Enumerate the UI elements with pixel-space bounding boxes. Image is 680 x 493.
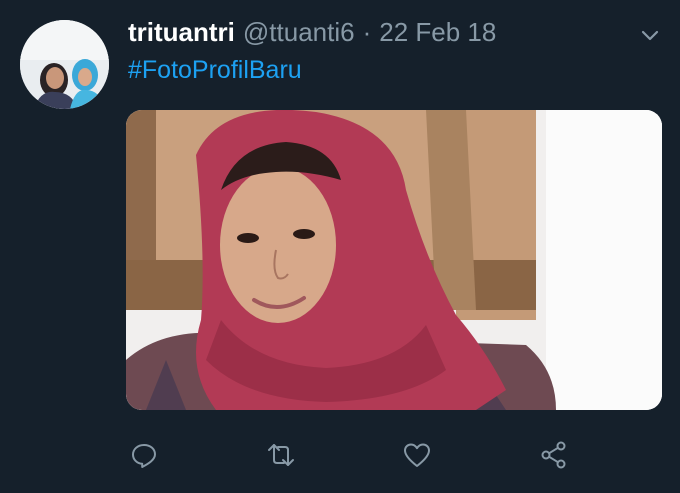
- tweet-header: trituantri @ttuanti6 · 22 Feb 18: [128, 17, 496, 49]
- display-name[interactable]: trituantri: [128, 17, 235, 48]
- retweet-icon[interactable]: [266, 440, 296, 470]
- reply-icon[interactable]: [129, 440, 159, 470]
- user-handle[interactable]: @ttuanti6: [243, 17, 355, 48]
- chevron-down-icon[interactable]: [637, 22, 663, 48]
- tweet-actions-bar: [0, 434, 680, 474]
- separator-dot: ·: [362, 17, 372, 47]
- share-icon[interactable]: [539, 440, 569, 470]
- heart-icon[interactable]: [402, 440, 432, 470]
- tweet-card[interactable]: trituantri @ttuanti6 · 22 Feb 18 #FotoPr…: [0, 0, 680, 493]
- photo: [126, 110, 662, 410]
- tweet-date[interactable]: 22 Feb 18: [379, 17, 496, 48]
- tweet-text-hashtag[interactable]: #FotoProfilBaru: [128, 56, 302, 85]
- avatar[interactable]: [20, 20, 109, 109]
- tweet-media-image[interactable]: [126, 110, 662, 410]
- avatar-photo: [20, 20, 109, 109]
